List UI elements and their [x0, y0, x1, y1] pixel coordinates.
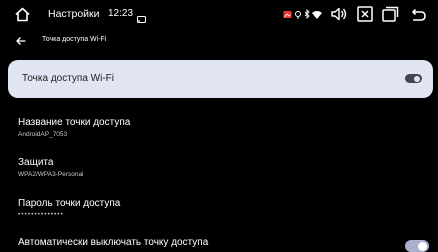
- gallery-icon: [283, 11, 292, 18]
- status-icons: [283, 8, 325, 20]
- cast-icon: [137, 10, 146, 23]
- password-mask: ••••••••••••••: [18, 211, 64, 218]
- close-box-icon[interactable]: [356, 5, 374, 23]
- wifi-hotspot-toggle[interactable]: [405, 74, 422, 83]
- wifi-hotspot-card[interactable]: Точка доступа Wi-Fi: [8, 60, 433, 98]
- setting-hotspot-name[interactable]: Название точки доступа AndroidAP_7053: [18, 117, 130, 139]
- page-title: Точка доступа Wi-Fi: [42, 36, 107, 43]
- back-icon[interactable]: [409, 6, 427, 24]
- bluetooth-icon: [304, 8, 310, 20]
- setting-value: WPA2/WPA3-Personal: [18, 171, 84, 178]
- recent-apps-icon[interactable]: [381, 5, 399, 23]
- toggle-knob: [418, 241, 427, 251]
- setting-password[interactable]: Пароль точки доступа ••••••••••••••: [18, 198, 120, 219]
- volume-icon[interactable]: [330, 4, 348, 24]
- app-title: Настройки: [48, 8, 100, 20]
- setting-title: Название точки доступа: [18, 117, 131, 128]
- toggle-knob: [414, 75, 420, 82]
- home-icon[interactable]: [14, 6, 31, 23]
- status-bar: Настройки 12:23: [0, 0, 438, 29]
- location-icon: [295, 11, 301, 19]
- setting-auto-off[interactable]: Автоматически выключать точку доступа: [18, 237, 208, 249]
- wifi-hotspot-label: Точка доступа Wi-Fi: [22, 73, 114, 84]
- setting-title: Пароль точки доступа: [18, 198, 121, 209]
- arrow-back-icon[interactable]: [15, 34, 27, 46]
- wifi-icon: [312, 11, 322, 19]
- setting-value: AndroidAP_7053: [18, 131, 68, 138]
- setting-title: Автоматически выключать точку доступа: [18, 237, 209, 248]
- clock: 12:23: [108, 8, 134, 19]
- setting-security[interactable]: Защита WPA2/WPA3-Personal: [18, 157, 84, 179]
- setting-title: Защита: [18, 157, 54, 168]
- auto-off-toggle[interactable]: [405, 240, 429, 252]
- page-header: Точка доступа Wi-Fi: [0, 30, 438, 52]
